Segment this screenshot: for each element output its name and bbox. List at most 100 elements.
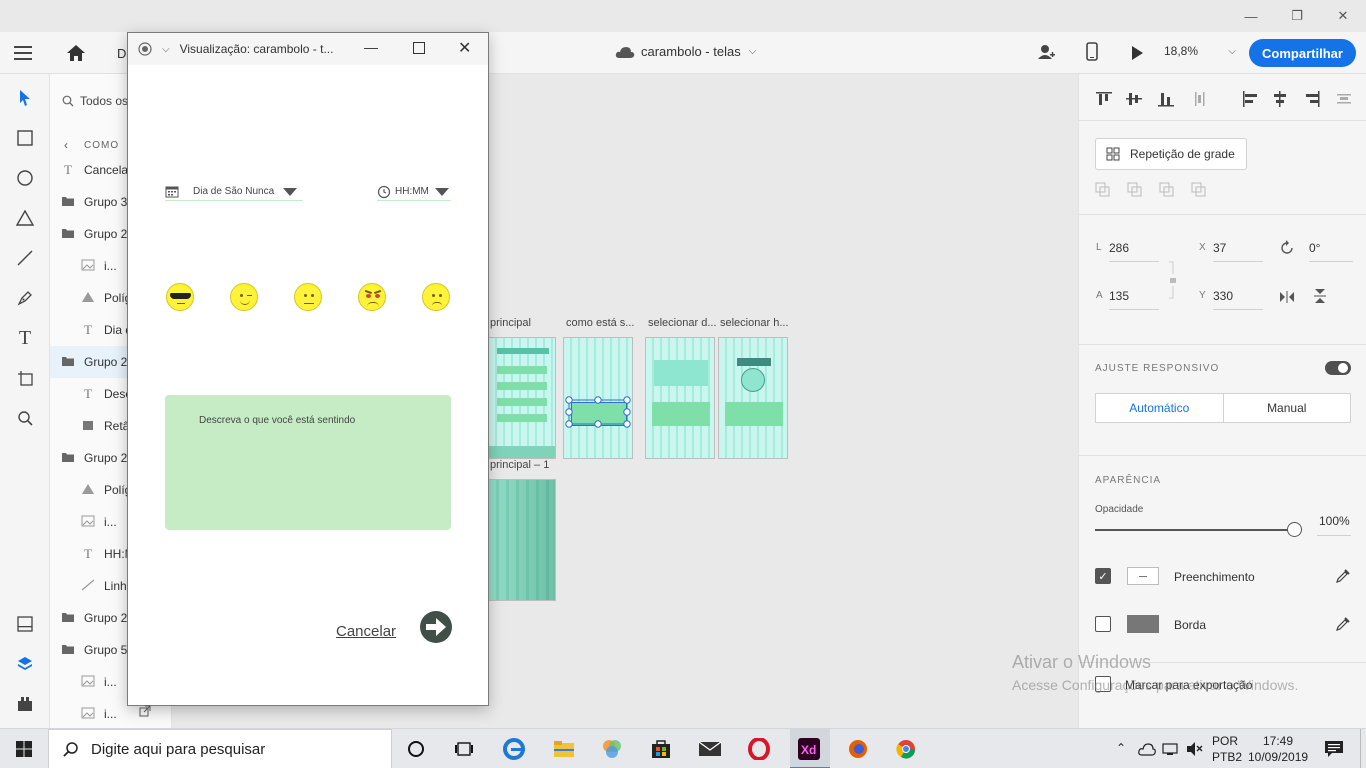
file-explorer-icon[interactable] [552,737,576,761]
mood-angry-icon[interactable] [358,283,386,311]
artboard-label[interactable]: principal [490,317,531,329]
opacity-slider-handle[interactable] [1287,522,1302,537]
adobe-xd-icon[interactable]: Xd [797,737,821,761]
language-indicator[interactable]: POR PTB2 [1212,733,1242,765]
artboard-label[interactable]: como está s... [566,317,634,329]
windows-start-icon[interactable] [12,737,36,761]
y-input[interactable]: 330 [1213,284,1263,310]
taskbar-clock[interactable]: 17:49 10/09/2019 [1248,733,1308,765]
play-preview-icon[interactable] [1129,44,1145,62]
mail-app-icon[interactable] [698,737,722,761]
zoom-tool-icon[interactable] [13,406,37,430]
hamburger-menu-icon[interactable] [14,44,34,62]
add-shape-icon[interactable] [1095,182,1111,198]
artboard-selecionar-hora[interactable] [718,337,788,459]
border-checkbox[interactable] [1095,616,1111,632]
distribute-vertical-icon[interactable] [1191,90,1209,108]
feeling-textarea[interactable]: Descreva o que você está sentindo [165,395,451,530]
mood-neutral-icon[interactable] [294,283,322,311]
design-tab[interactable]: D [117,46,126,61]
artboard-tool-icon[interactable] [13,366,37,390]
zoom-select[interactable]: 18,8% ⌵ [1164,44,1236,58]
photos-app-icon[interactable] [600,737,624,761]
layers-search-input[interactable]: Todos os [80,94,128,108]
rectangle-tool-icon[interactable] [13,126,37,150]
eyedropper-icon[interactable] [1335,616,1351,632]
intersect-shape-icon[interactable] [1159,182,1175,198]
artboard-selecionar-dia[interactable] [645,337,715,459]
edge-browser-icon[interactable] [502,737,526,761]
device-preview-icon[interactable] [1084,42,1100,62]
layers-panel-icon[interactable] [13,652,37,676]
taskbar-search-input[interactable]: Digite aqui para pesquisar [91,741,265,758]
align-right-icon[interactable] [1303,90,1321,108]
next-arrow-button[interactable] [420,611,452,643]
eyedropper-icon[interactable] [1335,568,1351,584]
cancel-link[interactable]: Cancelar [336,623,396,640]
text-tool-icon[interactable]: T [13,326,37,350]
responsive-toggle[interactable] [1325,361,1351,375]
opacity-slider-track[interactable] [1095,529,1295,531]
plugins-panel-icon[interactable] [13,692,37,716]
height-input[interactable]: 135 [1109,284,1159,310]
taskbar-search-box[interactable]: Digite aqui para pesquisar [48,729,392,768]
layers-back[interactable]: ‹ COMO [64,138,119,152]
align-left-icon[interactable] [1241,90,1259,108]
date-picker[interactable]: Dia de São Nunca [165,183,303,201]
mood-wink-icon[interactable] [230,283,258,311]
close-button[interactable]: ✕ [458,38,471,58]
store-app-icon[interactable] [649,737,673,761]
maximize-button[interactable] [413,42,425,54]
action-center-icon[interactable] [1324,740,1344,758]
distribute-horizontal-icon[interactable] [1335,90,1353,108]
artboard-label[interactable]: selecionar d... [648,317,716,329]
responsive-manual-option[interactable]: Manual [1224,394,1351,422]
document-title[interactable]: carambolo - telas ⌵ [615,44,756,59]
flip-vertical-icon[interactable] [1313,288,1327,304]
opera-browser-icon[interactable] [747,737,771,761]
time-picker[interactable]: HH:MM [377,183,451,201]
polygon-tool-icon[interactable] [13,206,37,230]
artboard-label[interactable]: principal – 1 [490,459,549,471]
rotation-input[interactable]: 0° [1309,236,1353,262]
flip-horizontal-icon[interactable] [1279,290,1295,304]
home-icon[interactable] [65,42,87,64]
align-top-icon[interactable] [1095,90,1113,108]
minimize-button[interactable]: — [1228,0,1274,32]
select-tool-icon[interactable] [13,86,37,110]
show-hidden-icons-icon[interactable]: ⌃ [1116,741,1126,755]
assets-panel-icon[interactable] [13,612,37,636]
restore-button[interactable]: ❐ [1274,0,1320,32]
fill-swatch[interactable] [1127,567,1159,585]
border-swatch[interactable] [1127,615,1159,633]
chrome-browser-icon[interactable] [894,737,918,761]
pen-tool-icon[interactable] [13,286,37,310]
artboard-label[interactable]: selecionar h... [720,317,788,329]
task-view-icon[interactable] [452,737,476,761]
line-tool-icon[interactable] [13,246,37,270]
lock-aspect-icon[interactable] [1167,260,1179,300]
record-icon[interactable] [138,42,152,56]
mood-sad-icon[interactable] [422,283,450,311]
export-checkbox[interactable] [1095,676,1111,692]
align-center-icon[interactable] [1271,90,1289,108]
chevron-down-icon[interactable]: ⌵ [162,44,170,55]
volume-muted-icon[interactable] [1186,741,1204,757]
subtract-shape-icon[interactable] [1127,182,1143,198]
x-input[interactable]: 37 [1213,236,1263,262]
exclude-shape-icon[interactable] [1191,182,1207,198]
cortana-icon[interactable] [404,737,428,761]
network-icon[interactable] [1162,741,1178,757]
show-desktop-button[interactable] [1360,729,1366,768]
selection-handles[interactable] [564,396,636,430]
open-external-icon[interactable] [139,705,151,717]
responsive-auto-option[interactable]: Automático [1096,394,1224,422]
close-button[interactable]: ✕ [1320,0,1366,32]
repeat-grid-button[interactable]: Repetição de grade [1095,138,1247,170]
ellipse-tool-icon[interactable] [13,166,37,190]
onedrive-cloud-icon[interactable] [1138,742,1156,756]
align-middle-icon[interactable] [1125,90,1143,108]
add-user-icon[interactable] [1036,42,1056,62]
align-bottom-icon[interactable] [1157,90,1175,108]
share-button[interactable]: Compartilhar [1249,39,1356,67]
